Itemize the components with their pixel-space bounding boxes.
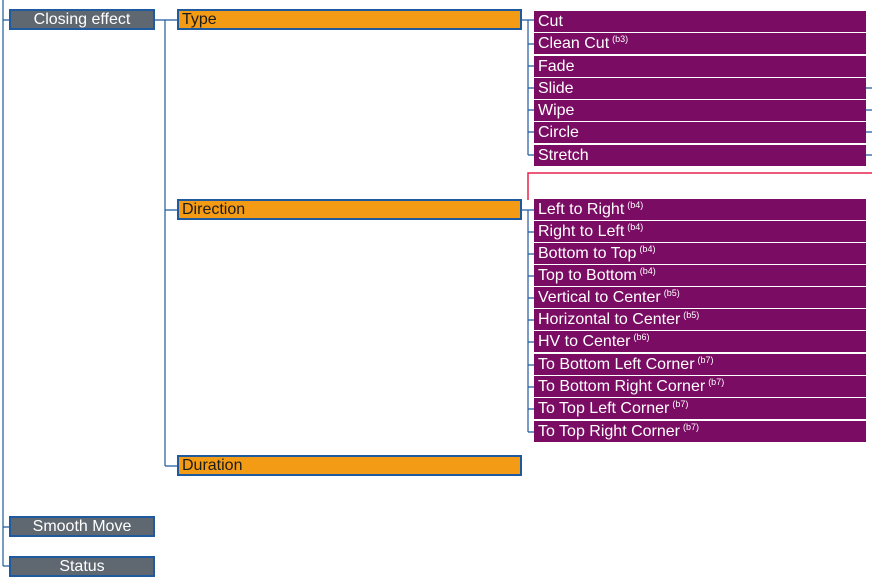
type-option[interactable]: Slide [534,78,866,99]
option-footnote: (b4) [627,222,644,232]
option-footnote: (b4) [639,244,656,254]
type-option[interactable]: Circle [534,122,866,143]
option-footnote: (b4) [639,266,656,276]
direction-option[interactable]: Top to Bottom (b4) [534,265,866,286]
property-direction[interactable]: Direction [177,199,522,220]
property-duration[interactable]: Duration [177,455,522,476]
option-label: Slide [538,80,574,97]
direction-option[interactable]: To Bottom Right Corner (b7) [534,376,866,397]
type-option[interactable]: Wipe [534,100,866,121]
direction-option[interactable]: To Top Right Corner (b7) [534,421,866,442]
option-label: To Top Left Corner [538,400,670,417]
direction-option[interactable]: Vertical to Center (b5) [534,287,866,308]
option-footnote: (b7) [683,422,700,432]
option-label: Fade [538,58,575,75]
option-footnote: (b3) [612,34,629,44]
option-label: Vertical to Center [538,289,661,306]
option-label: Top to Bottom [538,267,637,284]
option-footnote: (b6) [633,332,650,342]
option-label: To Bottom Right Corner [538,378,706,395]
option-footnote: (b5) [683,310,700,320]
option-label: Cut [538,13,563,30]
option-footnote: (b7) [708,377,725,387]
option-label: HV to Center [538,333,631,350]
direction-option[interactable]: To Top Left Corner (b7) [534,398,866,419]
option-footnote: (b4) [627,200,644,210]
option-footnote: (b5) [663,288,680,298]
option-label: Bottom to Top [538,245,637,262]
type-option[interactable]: Stretch [534,145,866,166]
direction-option[interactable]: To Bottom Left Corner (b7) [534,354,866,375]
category-closing-effect[interactable]: Closing effect [9,9,155,30]
direction-option[interactable]: Left to Right (b4) [534,199,866,220]
option-label: To Top Right Corner [538,423,680,440]
direction-option[interactable]: Bottom to Top (b4) [534,243,866,264]
direction-option[interactable]: Horizontal to Center (b5) [534,309,866,330]
option-label: Left to Right [538,201,625,218]
direction-option[interactable]: HV to Center (b6) [534,331,866,352]
option-footnote: (b7) [672,399,689,409]
property-type[interactable]: Type [177,9,522,30]
category-status[interactable]: Status [9,556,155,577]
type-option[interactable]: Fade [534,56,866,77]
category-smooth-move[interactable]: Smooth Move [9,516,155,537]
direction-option[interactable]: Right to Left (b4) [534,221,866,242]
option-footnote: (b7) [697,355,714,365]
option-label: Clean Cut [538,35,610,52]
option-label: Horizontal to Center [538,311,681,328]
type-option[interactable]: Cut [534,11,866,32]
option-label: Wipe [538,102,575,119]
option-label: To Bottom Left Corner [538,356,695,373]
type-option[interactable]: Clean Cut (b3) [534,33,866,54]
option-label: Right to Left [538,223,625,240]
option-label: Circle [538,124,579,141]
option-label: Stretch [538,147,589,164]
